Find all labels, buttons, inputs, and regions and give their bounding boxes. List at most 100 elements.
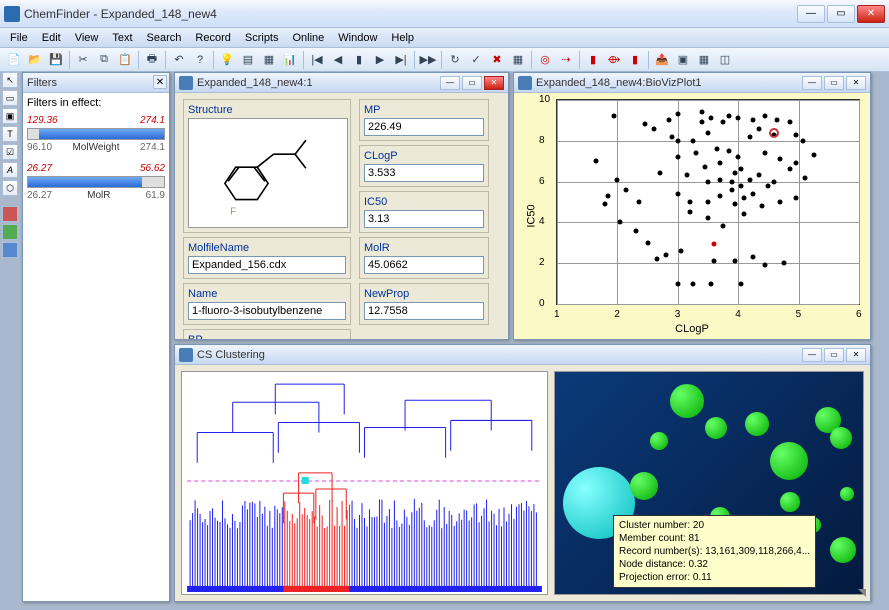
db-icon[interactable]: ▮ [583, 50, 603, 70]
help-icon[interactable]: ? [190, 50, 210, 70]
export-icon[interactable]: 📤 [652, 50, 672, 70]
menu-online[interactable]: Online [287, 30, 331, 46]
link-icon[interactable]: ⇢ [556, 50, 576, 70]
dendrogram[interactable] [181, 371, 548, 595]
viz3d[interactable]: Cluster number: 20 Member count: 81 Reco… [554, 371, 864, 595]
plot-area[interactable]: 1234560246810 [556, 99, 860, 305]
name-label: Name [188, 288, 346, 300]
molfile-input[interactable] [188, 256, 346, 274]
app2-icon[interactable]: ▦ [694, 50, 714, 70]
open-icon[interactable]: 📂 [25, 50, 45, 70]
cluster-icon [179, 348, 193, 362]
slider-molweight[interactable]: 129.36274.1 96.10MolWeight274.1 [27, 115, 165, 153]
menu-view[interactable]: View [69, 30, 105, 46]
refresh-icon[interactable]: ↻ [445, 50, 465, 70]
app-icon [4, 6, 20, 22]
newprop-label: NewProp [364, 288, 484, 300]
save-icon[interactable]: 💾 [46, 50, 66, 70]
form-close-button[interactable]: ✕ [484, 76, 504, 90]
molr-input[interactable] [364, 256, 484, 274]
menu-help[interactable]: Help [385, 30, 420, 46]
name-input[interactable] [188, 302, 346, 320]
copy-icon[interactable]: ⧉ [94, 50, 114, 70]
print-icon[interactable]: 🖶 [142, 50, 162, 70]
cluster-min-button[interactable]: — [802, 348, 822, 362]
plot-ylabel: IC50 [526, 204, 538, 227]
newprop-input[interactable] [364, 302, 484, 320]
play-icon[interactable]: ▶▶ [418, 50, 438, 70]
color1-tool-icon[interactable] [2, 206, 18, 222]
plot-min-button[interactable]: — [802, 76, 822, 90]
app3-icon[interactable]: ◫ [715, 50, 735, 70]
chart-icon[interactable]: 📊 [280, 50, 300, 70]
form-icon[interactable]: ▤ [238, 50, 258, 70]
form-title: Expanded_148_new4:1 [197, 77, 440, 89]
structure-box[interactable]: F [188, 118, 348, 228]
filters-panel: Filters ✕ Filters in effect: 129.36274.1… [22, 72, 170, 602]
pointer-tool-icon[interactable]: ↖ [2, 72, 18, 88]
cluster-close-button[interactable]: ✕ [846, 348, 866, 362]
prev-record-icon[interactable]: ◀ [328, 50, 348, 70]
plot-close-button[interactable]: ✕ [846, 76, 866, 90]
menu-edit[interactable]: Edit [36, 30, 67, 46]
plot-title: Expanded_148_new4:BioVizPlot1 [536, 77, 802, 89]
molr-label: MolR [364, 242, 484, 254]
target-icon[interactable]: ◎ [535, 50, 555, 70]
color3-tool-icon[interactable] [2, 242, 18, 258]
menu-text[interactable]: Text [106, 30, 138, 46]
cut-icon[interactable]: ✂ [73, 50, 93, 70]
cluster-max-button[interactable]: ▭ [824, 348, 844, 362]
first-record-icon[interactable]: |◀ [307, 50, 327, 70]
app1-icon[interactable]: ▣ [673, 50, 693, 70]
rect-tool-icon[interactable]: ▭ [2, 90, 18, 106]
text-tool-icon[interactable]: T [2, 126, 18, 142]
form-window: Expanded_148_new4:1 — ▭ ✕ Structure [174, 72, 509, 340]
paste-icon[interactable]: 📋 [115, 50, 135, 70]
form-max-button[interactable]: ▭ [462, 76, 482, 90]
bp-label: BP [188, 334, 346, 339]
menu-search[interactable]: Search [141, 30, 188, 46]
new-icon[interactable]: 📄 [4, 50, 24, 70]
form-min-button[interactable]: — [440, 76, 460, 90]
menu-file[interactable]: File [4, 30, 34, 46]
plot-window: Expanded_148_new4:BioVizPlot1 — ▭ ✕ IC50… [513, 72, 871, 340]
ic50-input[interactable] [364, 210, 484, 228]
structure-label: Structure [188, 104, 346, 116]
menu-scripts[interactable]: Scripts [239, 30, 285, 46]
minimize-button[interactable]: — [797, 5, 825, 23]
menu-window[interactable]: Window [332, 30, 383, 46]
close-button[interactable]: ✕ [857, 5, 885, 23]
mp-label: MP [364, 104, 484, 116]
frame-tool-icon[interactable]: ▣ [2, 108, 18, 124]
check-icon[interactable]: ✓ [466, 50, 486, 70]
plot-max-button[interactable]: ▭ [824, 76, 844, 90]
font-tool-icon[interactable]: A [2, 162, 18, 178]
slider-molr[interactable]: 26.2756.62 26.27MolR61.9 [27, 163, 165, 201]
tool-palette: ↖ ▭ ▣ T ☑ A ⬡ [2, 72, 20, 260]
mp-input[interactable] [364, 118, 484, 136]
filters-title: Filters [27, 77, 165, 89]
form-icon [179, 76, 193, 90]
db3-icon[interactable]: ▮ [625, 50, 645, 70]
grid-icon[interactable]: ▦ [259, 50, 279, 70]
resize-grip-icon[interactable] [858, 589, 866, 597]
undo-icon[interactable]: ↶ [169, 50, 189, 70]
menu-record[interactable]: Record [189, 30, 236, 46]
titlebar: ChemFinder - Expanded_148_new4 — ▭ ✕ [0, 0, 889, 28]
cluster-title: CS Clustering [197, 349, 802, 361]
toolbar: 📄 📂 💾 ✂ ⧉ 📋 🖶 ↶ ? 💡 ▤ ▦ 📊 |◀ ◀ ▮ ▶ ▶| ▶▶… [0, 48, 889, 72]
delete-icon[interactable]: ✖ [487, 50, 507, 70]
plot-icon [518, 76, 532, 90]
db2-icon[interactable]: ⟴ [604, 50, 624, 70]
last-record-icon[interactable]: ▶| [391, 50, 411, 70]
light-icon[interactable]: 💡 [217, 50, 237, 70]
color2-tool-icon[interactable] [2, 224, 18, 240]
stop-icon[interactable]: ▮ [349, 50, 369, 70]
next-record-icon[interactable]: ▶ [370, 50, 390, 70]
check-tool-icon[interactable]: ☑ [2, 144, 18, 160]
clogp-input[interactable] [364, 164, 484, 182]
pin-icon[interactable]: ✕ [153, 75, 167, 89]
struct-tool-icon[interactable]: ⬡ [2, 180, 18, 196]
clear-icon[interactable]: ▦ [508, 50, 528, 70]
maximize-button[interactable]: ▭ [827, 5, 855, 23]
